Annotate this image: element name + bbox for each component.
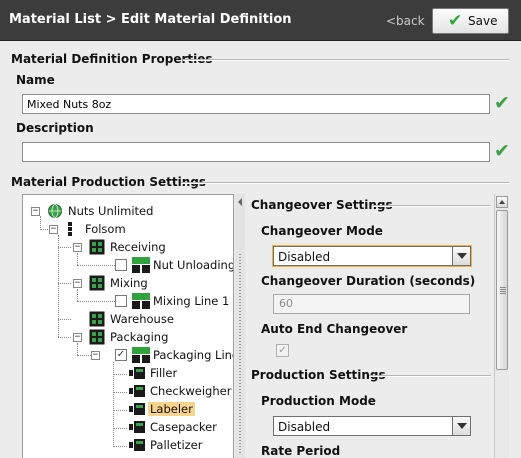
tree-node-labeler[interactable]: Labeler <box>23 401 233 417</box>
changeover-duration-label: Changeover Duration (seconds) <box>261 274 476 288</box>
production-mode-label: Production Mode <box>261 394 376 408</box>
tree-node-packaging[interactable]: − Packaging <box>23 329 233 345</box>
changeover-mode-label: Changeover Mode <box>261 224 383 238</box>
collapse-toggle-icon[interactable]: − <box>49 225 58 234</box>
tree-node-label: Nut Unloading <box>153 258 234 272</box>
name-label: Name <box>16 73 55 87</box>
area-icon <box>89 329 105 345</box>
tree-node-receiving[interactable]: − Receiving <box>23 239 233 255</box>
name-valid-checkmark-icon: ✔ <box>494 92 510 114</box>
tree-node-label: Folsom <box>85 222 126 236</box>
section-divider <box>181 182 509 184</box>
settings-panel: Changeover Settings Changeover Mode Disa… <box>246 194 493 458</box>
tree-node-label: Nuts Unlimited <box>68 204 154 218</box>
production-settings-section-title: Production Settings <box>251 368 386 382</box>
page-title: Material List > Edit Material Definition <box>9 12 292 27</box>
production-mode-dropdown[interactable]: Disabled <box>273 416 471 436</box>
auto-end-changeover-checkbox[interactable]: ✓ <box>276 344 289 357</box>
area-icon <box>89 275 105 291</box>
section-divider <box>183 59 509 61</box>
tree-node-packaging-line[interactable]: − ✓ Packaging Line <box>23 347 234 363</box>
rate-period-label: Rate Period <box>261 444 341 458</box>
tree-node-filler[interactable]: Filler <box>23 365 233 381</box>
tree-node-mixing-line-1[interactable]: Mixing Line 1 <box>23 293 233 309</box>
collapse-toggle-icon[interactable]: − <box>73 243 82 252</box>
tree-node-label: Packaging Line <box>153 348 234 362</box>
production-tree[interactable]: − Nuts Unlimited − Folsom − Receiving Nu… <box>22 194 234 458</box>
tree-node-label: Palletizer <box>150 438 203 452</box>
tree-node-casepacker[interactable]: Casepacker <box>23 419 233 435</box>
description-input[interactable] <box>22 142 490 162</box>
tree-node-label: Packaging <box>110 330 169 344</box>
collapse-arrow-icon[interactable] <box>238 198 242 206</box>
tree-node-warehouse[interactable]: Warehouse <box>23 311 233 327</box>
tree-node-label: Mixing Line 1 <box>153 294 230 308</box>
tree-node-label: Filler <box>150 366 178 380</box>
collapse-toggle-icon[interactable]: − <box>73 333 82 342</box>
dropdown-value: Disabled <box>278 420 331 434</box>
tree-node-nuts-unlimited[interactable]: − Nuts Unlimited <box>23 203 233 219</box>
name-input[interactable] <box>22 94 490 114</box>
changeover-mode-dropdown[interactable]: Disabled <box>273 246 471 266</box>
tree-node-label: Labeler <box>148 402 195 416</box>
collapse-toggle-icon[interactable]: − <box>31 207 40 216</box>
scrollbar-thumb[interactable] <box>496 210 508 370</box>
tree-node-palletizer[interactable]: Palletizer <box>23 437 233 453</box>
cell-icon <box>129 439 145 451</box>
tree-node-nut-unloading[interactable]: Nut Unloading <box>23 257 233 273</box>
tree-node-label: Casepacker <box>150 420 217 434</box>
changeover-duration-input[interactable]: 60 <box>273 294 470 314</box>
description-valid-checkmark-icon: ✔ <box>494 140 510 162</box>
dropdown-value: Disabled <box>278 250 331 264</box>
scroll-up-arrow-icon[interactable] <box>496 196 508 208</box>
tree-node-folsom[interactable]: − Folsom <box>23 221 233 237</box>
tree-node-label: Receiving <box>110 240 166 254</box>
cell-icon <box>129 403 145 415</box>
tree-node-label: Warehouse <box>110 312 174 326</box>
line-checkbox[interactable] <box>115 259 127 271</box>
description-label: Description <box>16 121 94 135</box>
line-icon <box>132 293 150 309</box>
chevron-down-icon[interactable] <box>452 247 470 265</box>
collapse-toggle-icon[interactable]: − <box>73 279 82 288</box>
save-button[interactable]: ✔ Save <box>432 8 509 34</box>
split-pane-divider[interactable] <box>235 194 245 458</box>
back-link[interactable]: <back <box>386 14 425 28</box>
checkmark-icon: ✔ <box>448 11 463 31</box>
tree-node-mixing[interactable]: − Mixing <box>23 275 233 291</box>
tree-node-label: Mixing <box>110 276 148 290</box>
cell-icon <box>129 385 145 397</box>
settings-scrollbar[interactable] <box>494 194 509 458</box>
line-icon <box>132 347 150 363</box>
area-icon <box>89 239 105 255</box>
auto-end-changeover-label: Auto End Changeover <box>261 322 408 336</box>
thumb-grip <box>500 287 506 295</box>
line-checkbox[interactable] <box>115 295 127 307</box>
chevron-down-icon[interactable] <box>452 417 470 435</box>
section-divider <box>373 205 491 207</box>
cell-icon <box>129 367 145 379</box>
cell-icon <box>129 421 145 433</box>
area-icon <box>89 311 105 327</box>
site-icon <box>68 222 72 236</box>
production-section-title: Material Production Settings <box>11 175 206 189</box>
line-checkbox[interactable]: ✓ <box>115 349 127 361</box>
save-button-label: Save <box>468 14 498 28</box>
tree-node-label: Checkweigher <box>150 384 232 398</box>
divider-grip <box>239 254 241 454</box>
collapse-toggle-icon[interactable]: − <box>91 351 100 360</box>
globe-icon <box>48 204 62 218</box>
line-icon <box>132 257 150 273</box>
changeover-section-title: Changeover Settings <box>251 198 393 212</box>
header-bar: Material List > Edit Material Definition… <box>0 0 521 41</box>
tree-node-checkweigher[interactable]: Checkweigher <box>23 383 233 399</box>
section-divider <box>369 375 491 377</box>
